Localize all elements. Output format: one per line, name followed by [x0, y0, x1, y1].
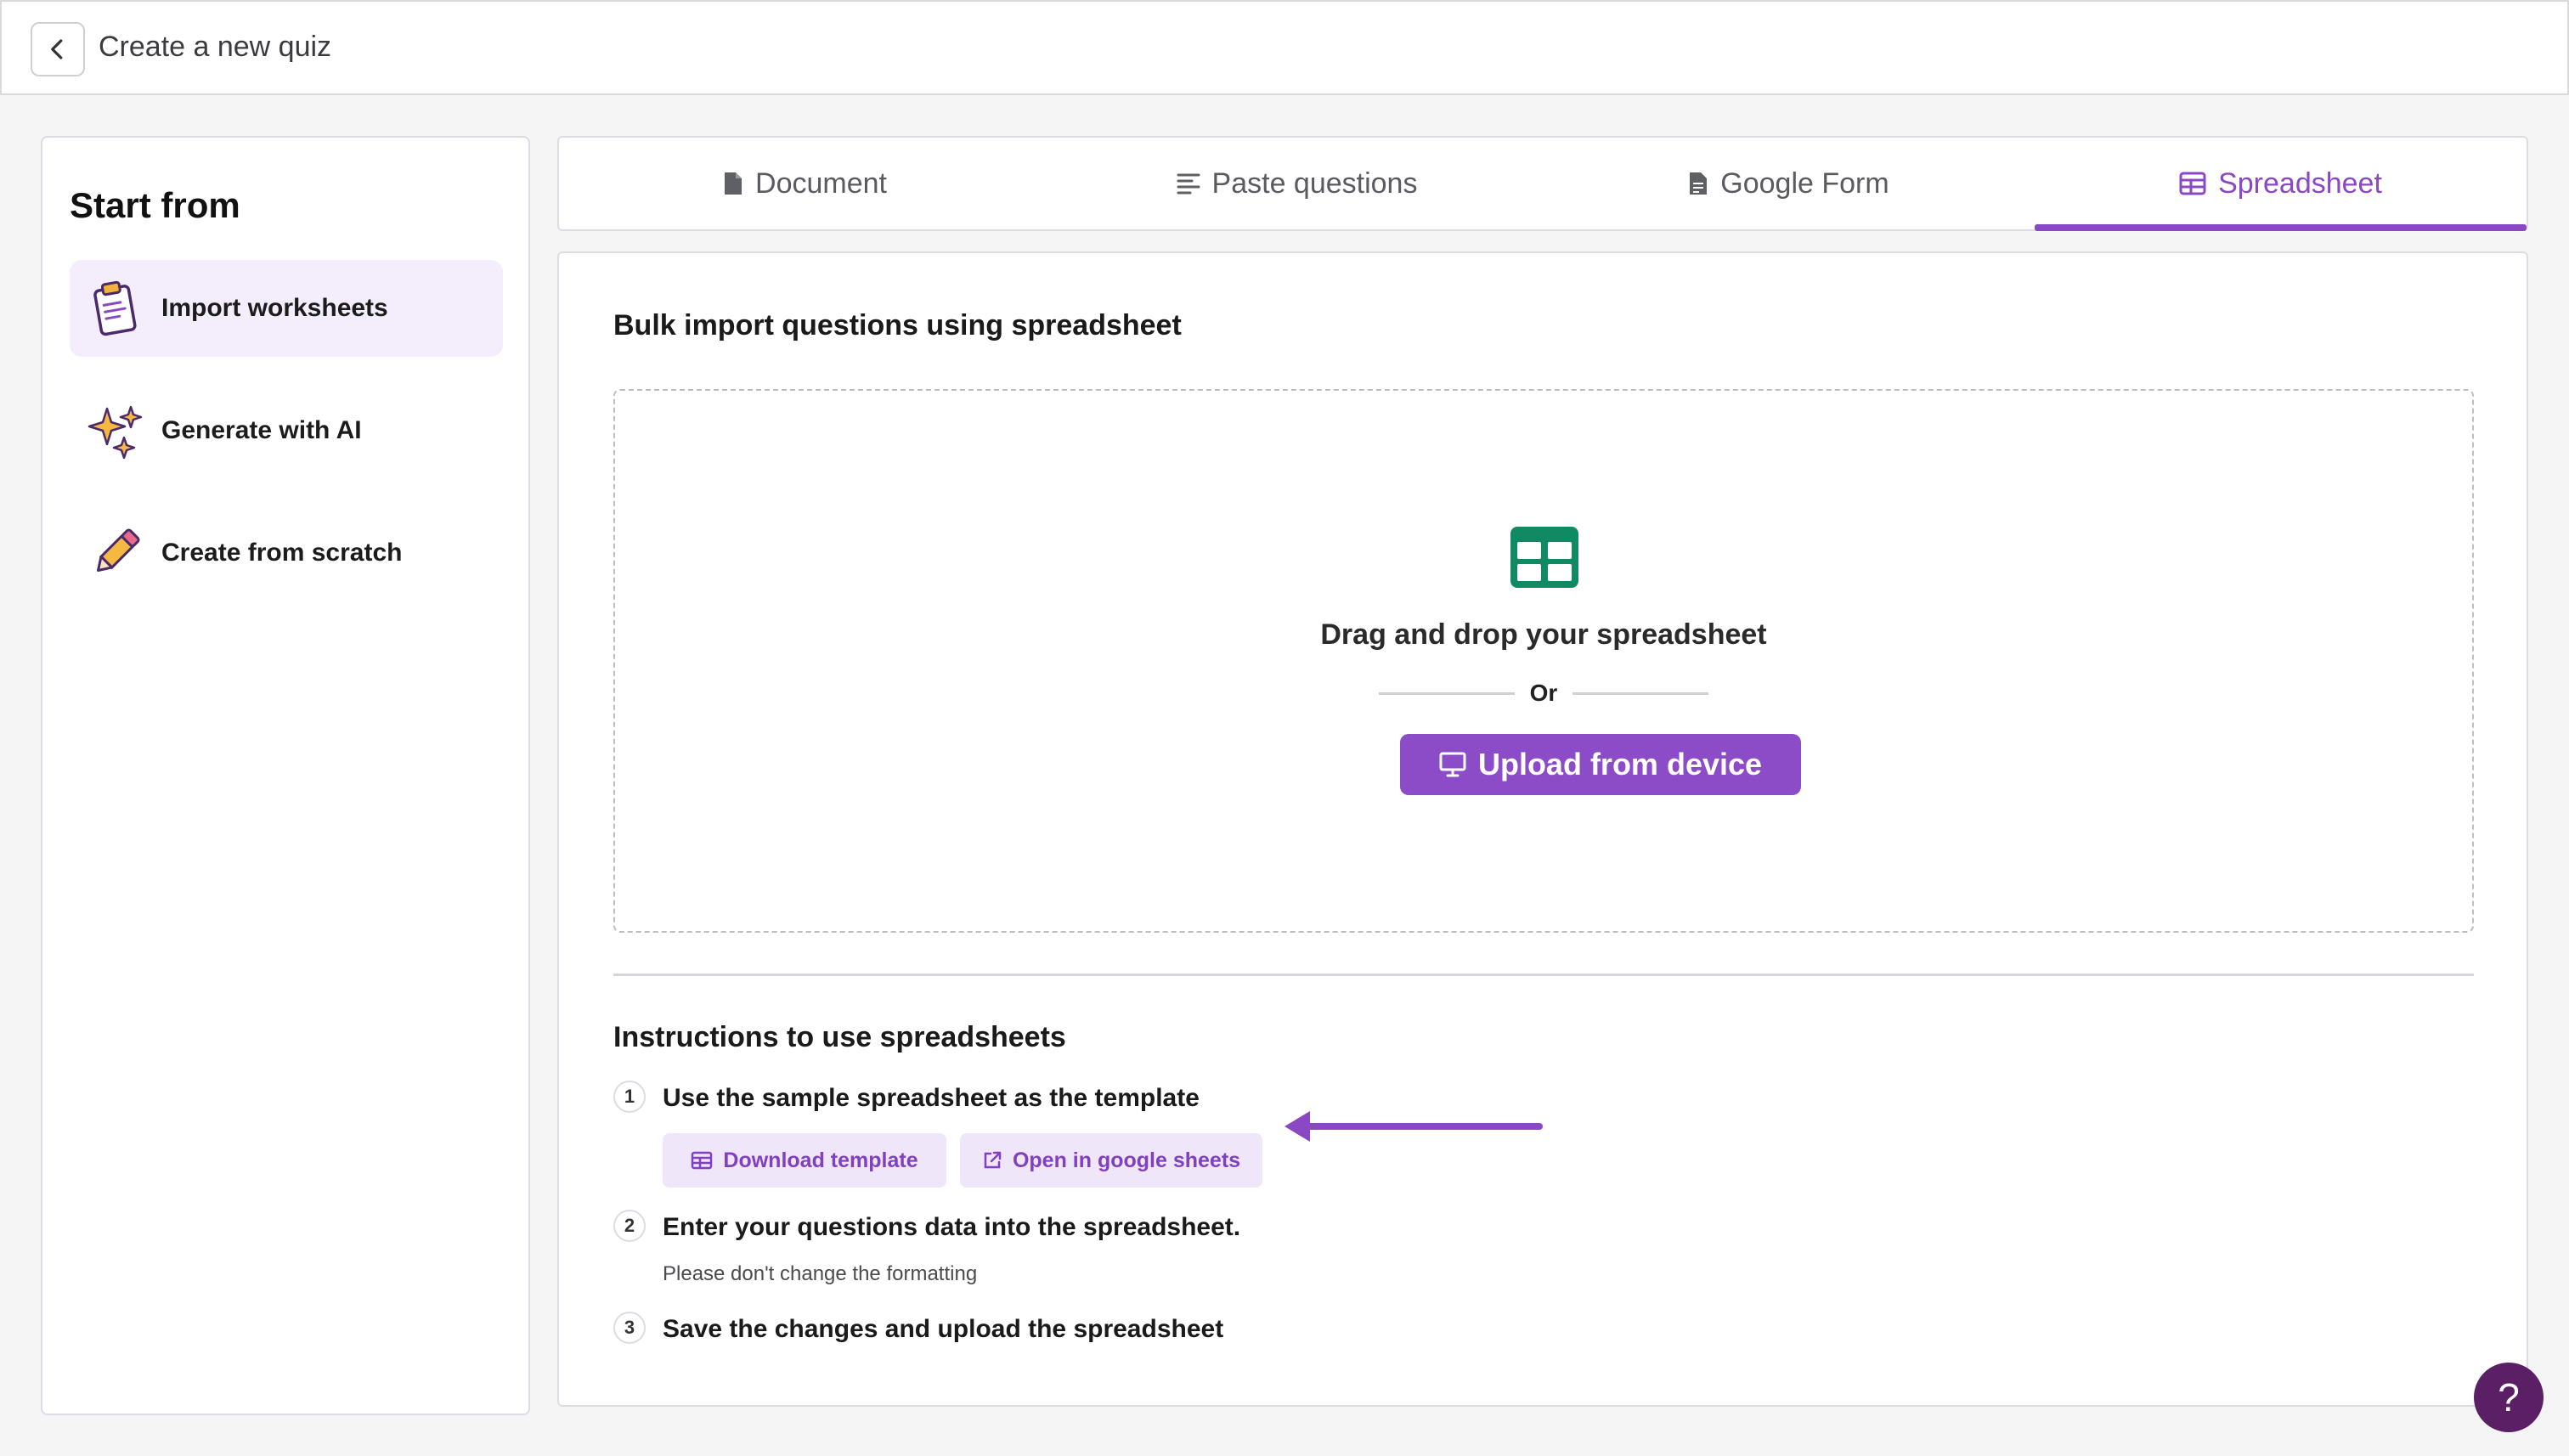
tab-label: Spreadsheet: [2218, 166, 2382, 200]
tab-google-form[interactable]: Google Form: [1543, 138, 2035, 229]
tab-spreadsheet[interactable]: Spreadsheet: [2035, 138, 2527, 231]
spreadsheet-import-panel: Bulk import questions using spreadsheet …: [557, 251, 2528, 1407]
file-icon: [723, 171, 743, 196]
step-number: 3: [613, 1312, 646, 1344]
step-text: Use the sample spreadsheet as the templa…: [663, 1084, 1200, 1112]
or-text: Or: [1529, 680, 1558, 706]
import-source-tabs: Document Paste questions Google Form Spr…: [557, 136, 2528, 231]
tab-paste-questions[interactable]: Paste questions: [1051, 138, 1543, 229]
align-left-icon: [1177, 172, 1200, 195]
pencil-icon: [85, 522, 146, 584]
tab-document[interactable]: Document: [559, 138, 1051, 229]
upload-from-device-button[interactable]: Upload from device: [1400, 734, 1801, 795]
open-in-google-sheets-button[interactable]: Open in google sheets: [960, 1133, 1262, 1188]
clipboard-icon: [85, 278, 146, 339]
tab-label: Paste questions: [1211, 166, 1418, 200]
sidebar-item-label: Import worksheets: [161, 294, 388, 322]
sidebar-item-label: Generate with AI: [161, 416, 362, 444]
separator-line: [1378, 691, 1515, 695]
tab-label: Document: [755, 166, 887, 200]
monitor-icon: [1439, 752, 1466, 777]
external-link-icon: [982, 1150, 1002, 1171]
sparkles-icon: [85, 400, 146, 461]
separator-line: [1572, 691, 1709, 695]
back-button[interactable]: [31, 22, 85, 76]
arrow-left-icon: [1284, 1111, 1543, 1142]
download-template-button[interactable]: Download template: [663, 1133, 946, 1188]
section-divider: [613, 973, 2474, 976]
sidebar-item-generate-with-ai[interactable]: Generate with AI: [70, 382, 503, 479]
page-title: Create a new quiz: [99, 31, 332, 63]
or-separator: Or: [615, 680, 2472, 707]
top-bar: Create a new quiz: [0, 0, 2569, 95]
step-text: Enter your questions data into the sprea…: [663, 1213, 1241, 1241]
panel-title: Bulk import questions using spreadsheet: [613, 309, 1182, 341]
help-button[interactable]: ?: [2474, 1363, 2544, 1432]
start-from-sidebar: Start from Import worksheets Generate wi…: [41, 136, 530, 1415]
table-icon: [2179, 172, 2206, 195]
step-text: Save the changes and upload the spreadsh…: [663, 1315, 1224, 1343]
step-number: 1: [613, 1081, 646, 1113]
step-subtext: Please don't change the formatting: [663, 1262, 978, 1285]
form-file-icon: [1688, 171, 1708, 196]
sidebar-item-label: Create from scratch: [161, 539, 403, 567]
table-icon: [691, 1151, 713, 1170]
download-template-label: Download template: [723, 1148, 918, 1172]
upload-button-label: Upload from device: [1477, 747, 1763, 782]
sidebar-title: Start from: [70, 185, 240, 225]
spreadsheet-dropzone[interactable]: Drag and drop your spreadsheet Or Upload…: [613, 389, 2474, 933]
spreadsheet-icon: [1510, 527, 1578, 592]
sidebar-item-create-from-scratch[interactable]: Create from scratch: [70, 505, 503, 601]
step-number: 2: [613, 1210, 646, 1242]
sidebar-item-import-worksheets[interactable]: Import worksheets: [70, 260, 503, 357]
instructions-title: Instructions to use spreadsheets: [613, 1021, 1066, 1053]
open-in-google-sheets-label: Open in google sheets: [1012, 1148, 1241, 1172]
dropzone-text: Drag and drop your spreadsheet: [1320, 618, 1767, 651]
chevron-left-icon: [51, 39, 63, 59]
tab-label: Google Form: [1720, 166, 1889, 200]
